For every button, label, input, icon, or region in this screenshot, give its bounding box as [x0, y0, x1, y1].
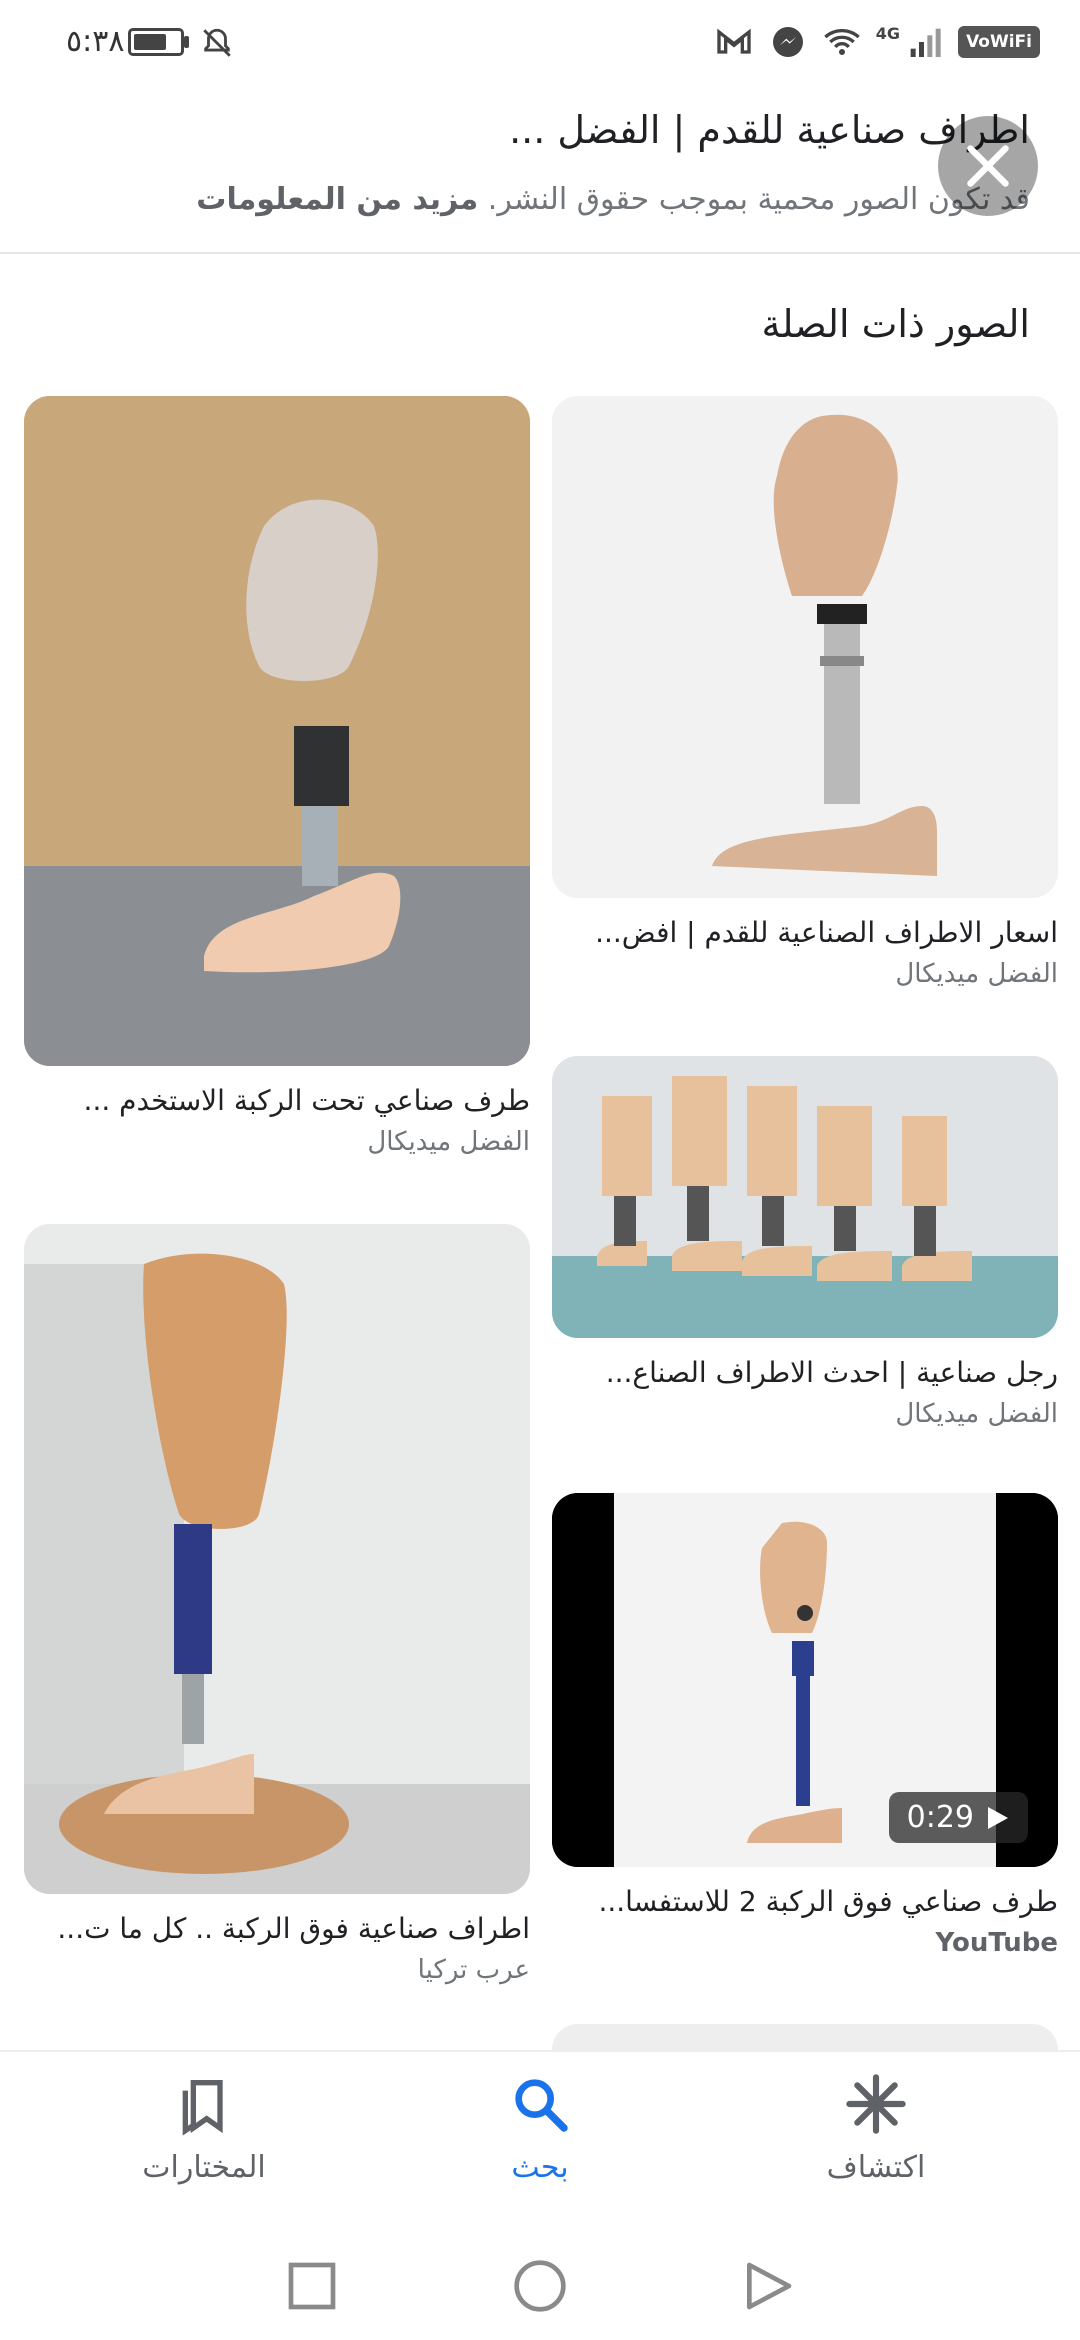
- gmail-icon: [717, 28, 751, 54]
- image-viewer-header: اطراف صناعية للقدم | الفضل ... قد تكون ا…: [0, 90, 1080, 254]
- card-source: الفضل ميديكال: [367, 1127, 530, 1157]
- bookmarks-icon: [182, 2080, 223, 2136]
- close-icon: [967, 145, 1009, 187]
- search-icon: [515, 2079, 568, 2132]
- video-duration-badge: 0:29: [888, 1792, 1028, 1843]
- related-video-thumbnail[interactable]: 0:29: [552, 1493, 1058, 1867]
- network-type: 4G: [875, 23, 901, 43]
- nav-saved-label: المختارات: [142, 2150, 266, 2185]
- nav-discover-label: اكتشاف: [826, 2150, 926, 2185]
- card-source: YouTube: [935, 1928, 1058, 1958]
- copyright-notice: قد تكون الصور محمية بموجب حقوق النشر. مز…: [196, 182, 1030, 217]
- battery-icon: [128, 28, 184, 56]
- card-title[interactable]: طرف صناعي تحت الركبة الاستخدم ...: [24, 1084, 530, 1117]
- card-title[interactable]: اطراف صناعية فوق الركبة .. كل ما ت...: [24, 1912, 530, 1945]
- vowifi-badge: VoWiFi: [958, 26, 1040, 58]
- card-title[interactable]: اسعار الاطراف الصناعية للقدم | افض...: [552, 916, 1058, 949]
- play-icon: [988, 1806, 1008, 1829]
- related-image[interactable]: [552, 1056, 1058, 1338]
- messenger-icon: [772, 27, 803, 57]
- notifications-off-icon: [203, 28, 231, 57]
- status-time: ٥:٣٨: [66, 24, 125, 59]
- card-source: الفضل ميديكال: [895, 959, 1058, 989]
- wifi-icon: [824, 29, 860, 55]
- related-image-card[interactable]: طرف صناعي تحت الركبة الاستخدم ... الفضل …: [24, 396, 530, 1157]
- system-navigation-bar: [0, 2230, 1080, 2340]
- back-triangle-icon[interactable]: [740, 2258, 796, 2314]
- more-info-link[interactable]: مزيد من المعلومات: [196, 182, 478, 217]
- signal-icon: [910, 28, 941, 57]
- related-image[interactable]: [24, 396, 530, 1066]
- nav-search[interactable]: بحث: [440, 2072, 640, 2185]
- card-source: عرب تركيا: [417, 1955, 530, 1985]
- card-title[interactable]: طرف صناعي فوق الركبة 2 للاستفسا...: [552, 1885, 1058, 1918]
- asterisk-icon: [846, 2074, 906, 2134]
- related-images-heading: الصور ذات الصلة: [761, 302, 1030, 346]
- related-image-card[interactable]: رجل صناعية | احدث الاطراف الصناع... الفض…: [552, 1056, 1058, 1429]
- related-image[interactable]: [24, 1224, 530, 1894]
- related-image[interactable]: [552, 396, 1058, 898]
- card-title[interactable]: رجل صناعية | احدث الاطراف الصناع...: [552, 1356, 1058, 1389]
- nav-search-label: بحث: [511, 2150, 569, 2185]
- battery-tip: [184, 36, 189, 48]
- nav-saved[interactable]: المختارات: [104, 2072, 304, 2185]
- video-duration: 0:29: [906, 1800, 974, 1835]
- nav-discover[interactable]: اكتشاف: [776, 2072, 976, 2185]
- card-source: الفضل ميديكال: [895, 1399, 1058, 1429]
- recents-square-icon[interactable]: [284, 2258, 340, 2314]
- related-video-card[interactable]: 0:29 طرف صناعي فوق الركبة 2 للاستفسا... …: [552, 1493, 1058, 1958]
- bottom-navigation: المختارات بحث اكتشاف: [0, 2050, 1080, 2232]
- home-circle-icon[interactable]: [512, 2258, 568, 2314]
- related-image-card[interactable]: اطراف صناعية فوق الركبة .. كل ما ت... عر…: [24, 1224, 530, 1985]
- related-image-card[interactable]: اسعار الاطراف الصناعية للقدم | افض... ال…: [552, 396, 1058, 989]
- close-button[interactable]: [938, 116, 1038, 216]
- status-bar: ٥:٣٨ 4G VoWiFi: [0, 0, 1080, 90]
